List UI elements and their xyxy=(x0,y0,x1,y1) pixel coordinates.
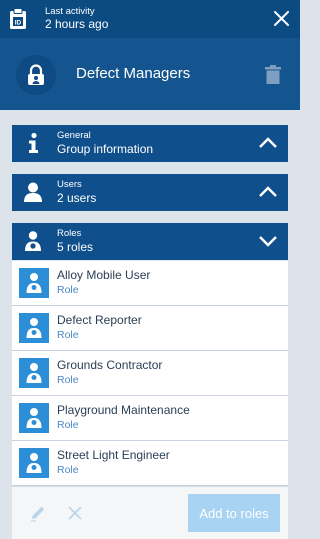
chevron-down-icon[interactable] xyxy=(258,235,278,247)
roles-list: Alloy Mobile User Role Defect Reporter R… xyxy=(12,261,288,486)
section-roles-label: Roles xyxy=(57,228,82,239)
role-icon xyxy=(26,453,42,473)
section-general-value: Group information xyxy=(57,142,154,156)
role-type: Role xyxy=(57,374,79,386)
role-name: Street Light Engineer xyxy=(57,448,170,462)
user-icon xyxy=(24,182,42,202)
list-item-role[interactable]: Defect Reporter Role xyxy=(12,306,288,351)
role-type: Role xyxy=(57,419,79,431)
role-name: Defect Reporter xyxy=(57,313,142,327)
list-item-role[interactable]: Alloy Mobile User Role xyxy=(12,261,288,306)
close-icon[interactable] xyxy=(68,506,82,520)
role-badge xyxy=(19,358,49,388)
role-badge xyxy=(19,313,49,343)
role-type: Role xyxy=(57,284,79,296)
section-roles-value: 5 roles xyxy=(57,240,94,254)
last-activity-label: Last activity xyxy=(45,6,95,17)
section-roles[interactable]: Roles 5 roles xyxy=(12,223,288,260)
role-type: Role xyxy=(57,329,79,341)
chevron-up-icon[interactable] xyxy=(258,186,278,198)
role-name: Grounds Contractor xyxy=(57,358,163,372)
section-users[interactable]: Users 2 users xyxy=(12,174,288,211)
role-icon xyxy=(26,363,42,383)
close-icon[interactable] xyxy=(273,10,290,27)
group-avatar xyxy=(16,55,56,95)
trash-icon[interactable] xyxy=(265,65,281,84)
role-icon xyxy=(26,273,42,293)
footer-actions: Add to roles xyxy=(12,486,288,539)
group-header: Defect Managers xyxy=(0,38,300,110)
role-type: Role xyxy=(57,464,79,476)
info-icon xyxy=(29,132,38,153)
role-icon xyxy=(26,318,42,338)
role-name: Alloy Mobile User xyxy=(57,268,151,282)
section-users-value: 2 users xyxy=(57,191,97,205)
section-users-label: Users xyxy=(57,179,82,190)
role-badge xyxy=(19,448,49,478)
list-item-role[interactable]: Street Light Engineer Role xyxy=(12,441,288,486)
last-activity-value: 2 hours ago xyxy=(45,17,109,31)
role-icon xyxy=(25,231,41,251)
list-item-role[interactable]: Playground Maintenance Role xyxy=(12,396,288,441)
role-badge xyxy=(19,403,49,433)
role-name: Playground Maintenance xyxy=(57,403,190,417)
clipboard-id-icon: ID xyxy=(10,8,26,29)
role-badge xyxy=(19,268,49,298)
chevron-up-icon[interactable] xyxy=(258,137,278,149)
add-to-roles-button[interactable]: Add to roles xyxy=(188,494,280,532)
section-general-label: General xyxy=(57,130,91,141)
top-bar: ID Last activity 2 hours ago xyxy=(0,0,300,38)
list-item-role[interactable]: Grounds Contractor Role xyxy=(12,351,288,396)
lock-group-icon xyxy=(28,64,44,85)
role-icon xyxy=(26,408,42,428)
section-general[interactable]: General Group information xyxy=(12,125,288,162)
pencil-icon[interactable] xyxy=(29,504,47,522)
svg-text:ID: ID xyxy=(15,20,22,27)
group-title: Defect Managers xyxy=(76,65,191,82)
